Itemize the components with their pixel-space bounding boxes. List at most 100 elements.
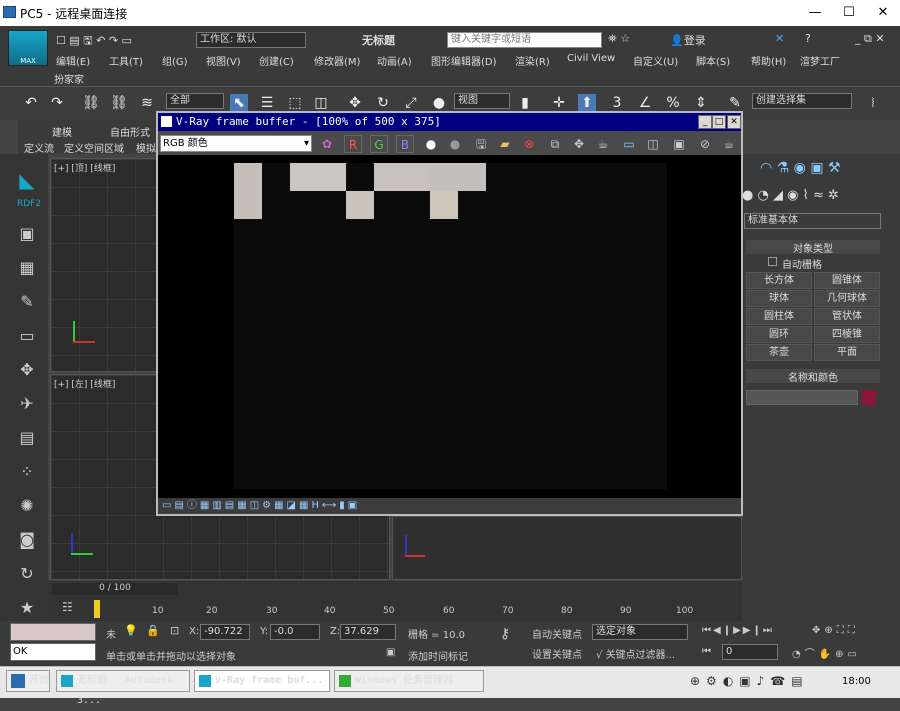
bind-spacewarp-icon[interactable]: ≋	[138, 94, 156, 112]
menu-graph-editors[interactable]: 图形编辑器(D)	[431, 53, 497, 68]
select-object-icon[interactable]: ⬉	[230, 94, 248, 112]
create-category-icons[interactable]: ● ◔ ◢ ◉ ⌇ ≈ ✲	[742, 188, 839, 203]
maxscript-listener[interactable]	[10, 623, 96, 641]
red-channel-button[interactable]: R	[344, 135, 362, 153]
select-manipulate-icon[interactable]: ✛	[550, 94, 568, 112]
percent-snap-icon[interactable]: %	[664, 94, 682, 112]
menu-tools[interactable]: 工具(T)	[109, 53, 143, 68]
place-icon[interactable]: ●	[430, 94, 448, 112]
key-filters-button[interactable]: √ 关键点过滤器...	[596, 646, 675, 661]
menu-animation[interactable]: 动画(A)	[377, 53, 412, 68]
name-color-header[interactable]: 名称和颜色	[746, 369, 880, 384]
box-button[interactable]: 长方体	[746, 272, 812, 289]
viewport-left-label[interactable]: [+] [左] [线框]	[54, 377, 115, 390]
ribbon-tab-simulate[interactable]: 模拟	[136, 140, 156, 155]
sphere-button[interactable]: 球体	[746, 290, 812, 307]
image-icon[interactable]: ▣	[17, 224, 37, 244]
maximize-button[interactable]: ☐	[832, 0, 866, 26]
sun-icon[interactable]: ✺	[17, 496, 37, 516]
menu-scripting[interactable]: 脚本(S)	[696, 53, 730, 68]
z-coordinate-field[interactable]: 37.629	[340, 624, 396, 640]
alpha-white-icon[interactable]: ●	[422, 135, 440, 153]
object-type-header[interactable]: 对象类型	[746, 240, 880, 255]
vray-minimize-button[interactable]: _	[698, 115, 712, 129]
viewport-perspective[interactable]	[392, 516, 742, 580]
timeline-toggle-icon[interactable]: ☷	[62, 600, 73, 614]
key-mode-dropdown[interactable]: 选定对象	[592, 624, 688, 640]
edit-icon[interactable]: ✎	[17, 292, 37, 312]
lightbulb-icon[interactable]: 💡	[124, 624, 138, 637]
set-key-button[interactable]: 设置关键点	[532, 646, 582, 661]
geosphere-button[interactable]: 几何球体	[814, 290, 880, 307]
angle-snap-icon[interactable]: ∠	[636, 94, 654, 112]
named-selection-dropdown[interactable]: 创建选择集	[752, 93, 852, 109]
green-channel-button[interactable]: G	[370, 135, 388, 153]
time-config-icon[interactable]: ⏮	[702, 646, 711, 657]
close-button[interactable]: ✕	[866, 0, 900, 26]
task-vray[interactable]: V-Ray frame buf...	[194, 670, 330, 692]
camera-icon[interactable]: ◙	[17, 530, 37, 550]
menu-modifiers[interactable]: 修改器(M)	[314, 53, 360, 68]
select-by-name-icon[interactable]: ☰	[258, 94, 276, 112]
key-icon[interactable]: ⚷	[500, 626, 510, 642]
undo-icon[interactable]: ↶	[22, 94, 40, 112]
link-vfb-icon[interactable]: ◫	[644, 135, 662, 153]
ribbon-tab-freeform[interactable]: 自由形式	[110, 124, 150, 139]
autogrid-checkbox[interactable]	[768, 257, 777, 266]
menu-civil-view[interactable]: Civil View	[567, 53, 615, 64]
absolute-mode-icon[interactable]: ⊡	[170, 624, 179, 637]
grid-icon[interactable]: ▦	[17, 258, 37, 278]
menu-view[interactable]: 视图(V)	[206, 53, 241, 68]
ribbon-tab-modeling[interactable]: 建模	[52, 124, 72, 139]
vray-close-button[interactable]: ✕	[727, 115, 741, 129]
minimize-button[interactable]: —	[798, 0, 832, 26]
spinner-snap-icon[interactable]: ⇕	[692, 94, 710, 112]
menu-banjiajia[interactable]: 扮家家	[54, 71, 84, 86]
stop-icon[interactable]: ⊘	[696, 135, 714, 153]
move-icon[interactable]: ✥	[346, 94, 364, 112]
playback-controls[interactable]: ⏮◀❙▶▶❙⏭	[702, 625, 774, 636]
time-slider[interactable]: 0 / 100	[52, 583, 178, 595]
window-crossing-icon[interactable]: ◫	[312, 94, 330, 112]
menu-group[interactable]: 组(G)	[162, 53, 188, 68]
edit-named-sel-icon[interactable]: ✎	[726, 94, 744, 112]
load-icon[interactable]: ▰	[496, 135, 514, 153]
redo-icon[interactable]: ↷	[48, 94, 66, 112]
teapot-render-icon[interactable]: ☕	[594, 135, 612, 153]
viewport-top-label[interactable]: [+] [顶] [线框]	[54, 161, 115, 174]
y-coordinate-field[interactable]: -0.0	[270, 624, 320, 640]
search-input[interactable]: 键入关键字或短语	[447, 32, 602, 48]
login-link[interactable]: 👤登录	[670, 32, 706, 48]
ribbon-tab-define-flow[interactable]: 定义流	[24, 140, 54, 155]
rendered-image[interactable]	[234, 163, 667, 489]
task-taskmgr[interactable]: Windows 任务管理器	[334, 670, 484, 692]
clear-icon[interactable]: ⊗	[520, 135, 538, 153]
selection-filter-dropdown[interactable]: 全部	[166, 93, 224, 109]
tube-button[interactable]: 管状体	[814, 308, 880, 325]
ribbon-tab-define-space[interactable]: 定义空间区域	[64, 140, 124, 155]
start-button[interactable]: 开始	[6, 670, 50, 692]
duplicate-icon[interactable]: ⧉	[546, 135, 564, 153]
dots-icon[interactable]: ⁘	[17, 462, 37, 482]
plane-icon[interactable]: ✈	[17, 394, 37, 414]
pyramid-button[interactable]: 四棱锥	[814, 326, 880, 343]
star-icon[interactable]: ★	[17, 598, 37, 618]
pivot-icon[interactable]: ▮	[516, 94, 534, 112]
cone-button[interactable]: 圆锥体	[814, 272, 880, 289]
viewport-nav-top-icons[interactable]: ✥⊕⛶⛶	[812, 625, 859, 636]
tray-icons[interactable]: ⊕⚙◐▣♪☎▤	[690, 674, 809, 688]
max-window-controls[interactable]: _ ⧉ ✕	[855, 32, 885, 46]
region-render-icon[interactable]: ▭	[620, 135, 638, 153]
max-logo-button[interactable]: MAX	[8, 30, 48, 66]
maxscript-output[interactable]: OK	[10, 643, 96, 661]
rotate-icon[interactable]: ↻	[374, 94, 392, 112]
torus-button[interactable]: 圆环	[746, 326, 812, 343]
panel-icon[interactable]: ▣	[670, 135, 688, 153]
object-name-field[interactable]	[746, 390, 858, 405]
vray-maximize-button[interactable]: □	[712, 115, 726, 129]
task-3dsmax[interactable]: 无标题 - Autodesk 3...	[56, 670, 190, 706]
x-icon[interactable]: ✕	[775, 32, 784, 45]
menu-create[interactable]: 创建(C)	[259, 53, 294, 68]
render-teapot-icon[interactable]: ☕	[720, 135, 738, 153]
menu-customize[interactable]: 自定义(U)	[633, 53, 678, 68]
